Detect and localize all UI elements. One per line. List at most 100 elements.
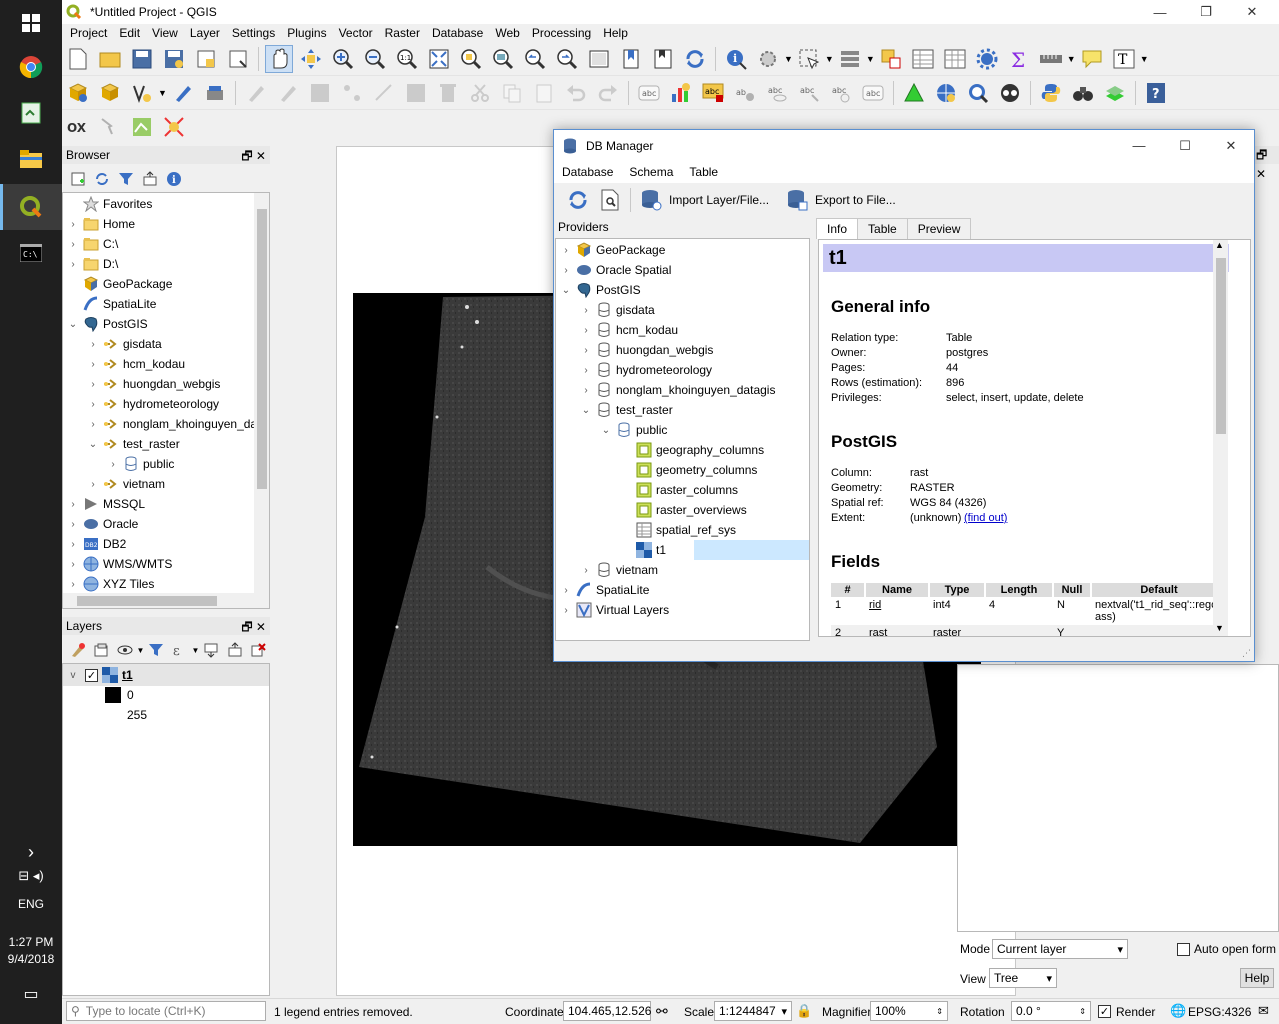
tree-item[interactable]: › gisdata <box>87 334 161 354</box>
menu-raster[interactable]: Raster <box>385 26 420 40</box>
dialog-minimize-button[interactable]: — <box>1116 130 1162 161</box>
toolbox-icon[interactable] <box>973 45 1001 73</box>
menu-database[interactable]: Database <box>432 26 483 40</box>
tree-item[interactable]: › hydrometeorology <box>580 360 712 380</box>
expand-arrow-icon[interactable]: › <box>67 259 79 270</box>
crs-status[interactable]: EPSG:4326 <box>1188 1005 1251 1019</box>
tree-item[interactable]: › gisdata <box>580 300 655 320</box>
qsearch-map-icon[interactable] <box>128 113 156 141</box>
attribute-table-icon[interactable] <box>909 45 937 73</box>
expand-arrow-icon[interactable]: › <box>580 325 592 336</box>
chevron-down-icon[interactable]: ▼ <box>1067 54 1076 64</box>
move-label-icon[interactable]: abc <box>795 79 823 107</box>
menu-help[interactable]: Help <box>603 26 628 40</box>
zoom-next-icon[interactable] <box>553 45 581 73</box>
show-bookmarks-icon[interactable] <box>649 45 677 73</box>
map-tips-icon[interactable] <box>1078 45 1106 73</box>
expand-arrow-icon[interactable]: ⌄ <box>67 319 79 330</box>
menu-vector[interactable]: Vector <box>339 26 373 40</box>
minimize-button[interactable]: — <box>1137 0 1183 24</box>
collapse-all-icon[interactable] <box>140 169 160 189</box>
tab-preview[interactable]: Preview <box>906 218 972 239</box>
windows-start-icon[interactable] <box>0 0 62 46</box>
expand-arrow-icon[interactable]: › <box>580 305 592 316</box>
add-group-icon[interactable] <box>92 640 112 660</box>
sql-window-icon[interactable] <box>596 186 624 214</box>
change-label-icon[interactable]: abc <box>859 79 887 107</box>
save-as-icon[interactable] <box>160 45 188 73</box>
tree-item[interactable]: › Virtual Layers <box>560 600 669 620</box>
expand-arrow-icon[interactable]: › <box>560 245 572 256</box>
globe-crs-icon[interactable]: 🌐 <box>1170 1003 1186 1019</box>
new-project-icon[interactable] <box>64 45 92 73</box>
tree-item[interactable]: › hydrometeorology <box>87 394 219 414</box>
clock-date[interactable]: 9/4/2018 <box>0 952 62 966</box>
toggle-extents-icon[interactable]: ⚯ <box>656 1003 668 1020</box>
network-volume-icon[interactable]: ⊟ ◂) <box>0 868 62 884</box>
expand-arrow-icon[interactable]: › <box>107 459 119 470</box>
notification-icon[interactable]: ▭ <box>0 984 62 1004</box>
db-menu-table[interactable]: Table <box>689 165 718 179</box>
chevron-right-icon[interactable]: › <box>0 842 62 863</box>
lock-scale-icon[interactable]: 🔒 <box>796 1003 812 1019</box>
scale-select[interactable]: 1:1244847 <box>714 1001 792 1021</box>
scroll-down-icon[interactable]: ▼ <box>1215 623 1224 633</box>
data-source-manager-icon[interactable] <box>64 79 92 107</box>
layout-manager-icon[interactable] <box>224 45 252 73</box>
file-explorer-icon[interactable] <box>0 136 62 182</box>
expand-arrow-icon[interactable]: › <box>67 539 79 550</box>
deselect-features-icon[interactable] <box>877 45 905 73</box>
expand-arrow-icon[interactable]: › <box>560 265 572 276</box>
clock-time[interactable]: 1:27 PM <box>0 935 62 949</box>
identify-mode-select[interactable]: Current layer <box>992 939 1128 959</box>
tree-item[interactable]: raster_columns <box>620 480 738 500</box>
tree-item[interactable]: Favorites <box>67 194 152 214</box>
bookmark-icon[interactable] <box>617 45 645 73</box>
db-menu-schema[interactable]: Schema <box>629 165 673 179</box>
import-layer-icon[interactable] <box>637 186 665 214</box>
tree-item[interactable]: › nonglam_khoinguyen_datagis <box>580 380 775 400</box>
close-button[interactable]: ✕ <box>1229 0 1275 24</box>
tree-item[interactable]: geography_columns <box>620 440 764 460</box>
render-checkbox[interactable]: ✓ <box>1098 1005 1111 1018</box>
menu-plugins[interactable]: Plugins <box>287 26 326 40</box>
panel-float-close-icon[interactable]: 🗗 ✕ <box>241 618 266 639</box>
browser-scrollbar-thumb[interactable] <box>257 209 267 489</box>
web-search-icon[interactable] <box>964 79 992 107</box>
terminal-icon[interactable]: C:\ <box>0 230 62 276</box>
tree-item[interactable]: › public <box>107 454 174 474</box>
expand-arrow-icon[interactable]: › <box>87 399 99 410</box>
chevron-down-icon[interactable]: ▼ <box>192 646 200 655</box>
zoom-last-icon[interactable] <box>521 45 549 73</box>
refresh-browser-icon[interactable] <box>92 169 112 189</box>
tree-item[interactable]: › Oracle Spatial <box>560 260 671 280</box>
expand-arrow-icon[interactable]: › <box>560 585 572 596</box>
browser-h-scrollbar[interactable] <box>63 593 269 608</box>
help-contents-icon[interactable]: ? <box>1142 79 1170 107</box>
select-features-icon[interactable] <box>795 45 823 73</box>
expand-arrow-icon[interactable]: › <box>67 499 79 510</box>
filter-by-expression-icon[interactable]: ε <box>170 640 190 660</box>
menu-settings[interactable]: Settings <box>232 26 275 40</box>
export-file-button[interactable]: Export to File... <box>815 193 896 207</box>
scroll-up-icon[interactable]: ▲ <box>1215 240 1224 250</box>
tree-item[interactable]: › GeoPackage <box>560 240 665 260</box>
identify-view-select[interactable]: Tree <box>989 968 1057 988</box>
export-file-icon[interactable] <box>783 186 811 214</box>
import-layer-button[interactable]: Import Layer/File... <box>669 193 769 207</box>
tree-item[interactable]: SpatiaLite <box>67 294 156 314</box>
tree-item[interactable]: spatial_ref_sys <box>620 520 736 540</box>
new-print-layout-icon[interactable] <box>192 45 220 73</box>
tree-item[interactable]: › huongdan_webgis <box>580 340 713 360</box>
menu-web[interactable]: Web <box>495 26 519 40</box>
geoprocessing-icon[interactable] <box>900 79 928 107</box>
pan-to-selection-icon[interactable] <box>297 45 325 73</box>
expand-arrow-icon[interactable]: v <box>67 670 79 681</box>
messages-icon[interactable]: ✉ <box>1258 1003 1269 1019</box>
properties-info-icon[interactable]: i <box>164 169 184 189</box>
filter-browser-icon[interactable] <box>116 169 136 189</box>
show-hide-labels-icon[interactable]: abc <box>763 79 791 107</box>
expand-arrow-icon[interactable]: › <box>67 579 79 590</box>
tree-item[interactable]: › DB2 DB2 <box>67 534 126 554</box>
panel-float-close-icon[interactable]: 🗗 ✕ <box>1256 148 1267 181</box>
